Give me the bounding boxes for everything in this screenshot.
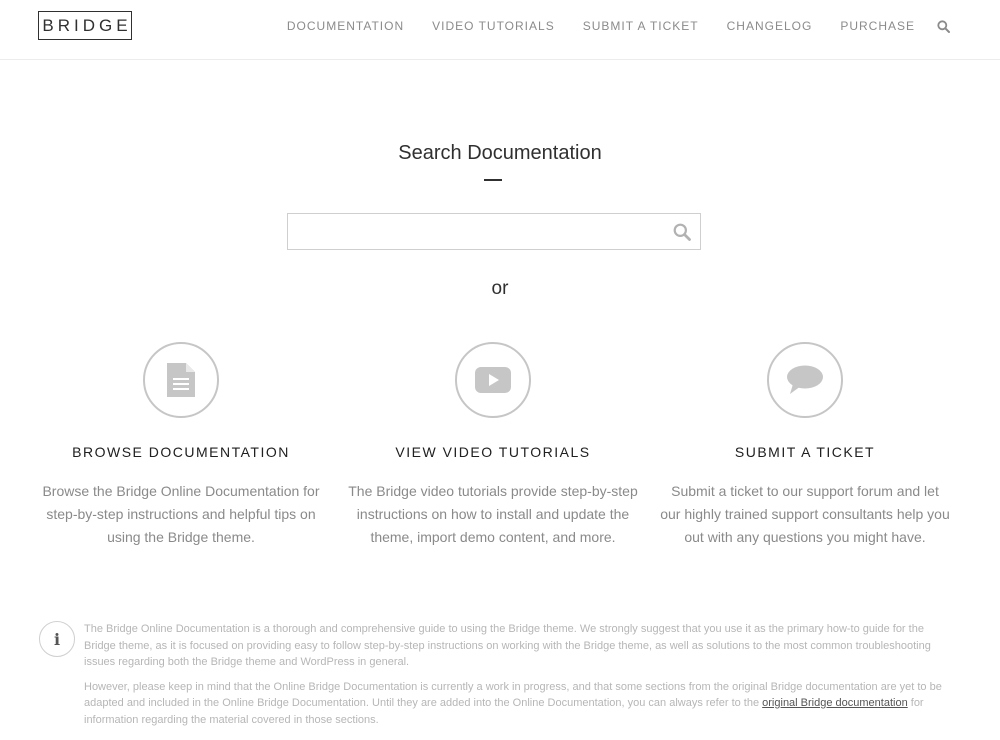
page-title: Search Documentation [398,142,602,164]
site-logo[interactable]: BRIDGE [38,11,132,40]
feature-video-tutorials: VIEW VIDEO TUTORIALS The Bridge video tu… [348,342,638,549]
feature-title[interactable]: SUBMIT A TICKET [660,444,950,460]
search-input[interactable] [288,214,658,249]
nav-submit-ticket[interactable]: SUBMIT A TICKET [583,19,699,33]
nav-video-tutorials[interactable]: VIDEO TUTORIALS [432,19,555,33]
feature-description: Browse the Bridge Online Documentation f… [42,483,320,545]
feature-title[interactable]: VIEW VIDEO TUTORIALS [348,444,638,460]
search-icon[interactable] [937,19,950,33]
title-separator [484,179,502,181]
feature-browse-documentation: BROWSE DOCUMENTATION Browse the Bridge O… [36,342,326,549]
info-notice: The Bridge Online Documentation is a tho… [84,621,954,736]
speech-bubble-icon[interactable] [767,342,843,418]
info-icon: i [39,621,75,657]
nav-documentation[interactable]: DOCUMENTATION [287,19,404,33]
document-icon[interactable] [143,342,219,418]
info-paragraph-1: The Bridge Online Documentation is a tho… [84,623,931,668]
site-header: BRIDGE DOCUMENTATION VIDEO TUTORIALS SUB… [0,0,1000,60]
or-separator-text: or [491,278,509,299]
search-field [287,213,701,250]
main-nav: DOCUMENTATION VIDEO TUTORIALS SUBMIT A T… [259,0,950,52]
info-paragraph-2: However, please keep in mind that the On… [84,679,954,729]
feature-title[interactable]: BROWSE DOCUMENTATION [36,444,326,460]
feature-description: The Bridge video tutorials provide step-… [348,483,638,545]
feature-description: Submit a ticket to our support forum and… [660,483,950,545]
search-submit-icon[interactable] [673,223,691,241]
feature-submit-ticket: SUBMIT A TICKET Submit a ticket to our s… [660,342,950,549]
video-play-icon[interactable] [455,342,531,418]
nav-changelog[interactable]: CHANGELOG [727,19,813,33]
original-documentation-link[interactable]: original Bridge documentation [762,697,908,709]
nav-purchase[interactable]: PURCHASE [840,19,915,33]
